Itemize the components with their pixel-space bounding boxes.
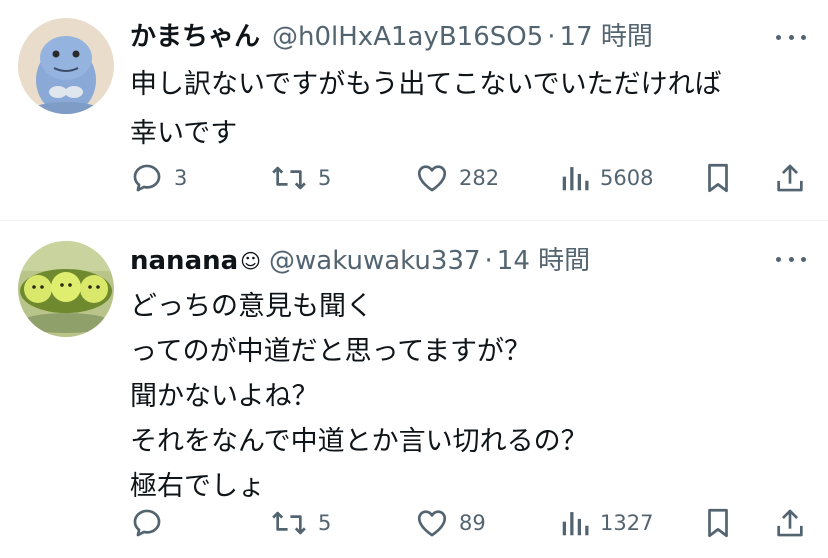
share-icon: [777, 164, 803, 192]
post-text-line: それをなんで中道とか言い切れるの？: [130, 426, 588, 457]
separator: ·: [547, 22, 556, 52]
views-button[interactable]: 5608: [560, 158, 653, 198]
user-handle[interactable]: @h0lHxA1ayB16SO5: [272, 18, 543, 56]
repost-button[interactable]: 5: [270, 503, 331, 543]
post-text-line: ってのが中道だと思ってますが？: [130, 336, 531, 367]
post-text-line: 聞かないよね？: [130, 381, 319, 412]
more-icon[interactable]: [776, 32, 806, 42]
like-button[interactable]: 89: [415, 503, 486, 543]
views-button[interactable]: 1327: [560, 503, 653, 543]
separator: ·: [484, 246, 493, 276]
views-icon: [562, 512, 589, 536]
smiley-emoji-icon: ☺: [240, 249, 262, 273]
user-handle[interactable]: @wakuwaku337: [269, 242, 481, 280]
green-peas-avatar-image: [18, 241, 114, 337]
quagsire-avatar-image: [18, 18, 114, 114]
repost-icon: [272, 166, 306, 190]
post[interactable]: かまちゃん @h0lHxA1ayB16SO5 · 17 時間 申し訳ないですがも…: [0, 0, 828, 220]
like-button[interactable]: 282: [415, 158, 499, 198]
reply-count: 3: [174, 166, 188, 190]
post-text-line: 幸いです: [130, 118, 238, 149]
repost-button[interactable]: 5: [270, 158, 331, 198]
repost-count: 5: [318, 511, 332, 535]
post-header: かまちゃん @h0lHxA1ayB16SO5 · 17 時間: [130, 18, 653, 56]
like-count: 89: [459, 511, 486, 535]
share-button[interactable]: [773, 158, 807, 198]
post-header: nanana ☺ @wakuwaku337 · 14 時間: [130, 242, 590, 280]
share-button[interactable]: [773, 503, 807, 543]
action-bar: 3 5 282 5608: [0, 158, 828, 198]
reply-icon: [133, 509, 161, 537]
post-text: 申し訳ないですがもう出てこないでいただければ 幸いです: [130, 60, 800, 158]
more-icon[interactable]: [776, 254, 806, 264]
bookmark-icon: [708, 163, 728, 193]
reply-icon: [133, 164, 161, 192]
repost-icon: [272, 511, 306, 535]
heart-icon: [417, 165, 447, 192]
display-name[interactable]: かまちゃん: [130, 18, 260, 56]
repost-count: 5: [318, 166, 332, 190]
heart-icon: [417, 510, 447, 537]
display-name[interactable]: nanana: [130, 242, 238, 280]
bookmark-icon: [708, 508, 728, 538]
views-icon: [562, 167, 589, 191]
reply-button[interactable]: [130, 503, 174, 543]
avatar[interactable]: [18, 18, 114, 114]
post-time[interactable]: 17 時間: [560, 18, 653, 56]
bookmark-button[interactable]: [703, 503, 733, 543]
like-count: 282: [459, 166, 500, 190]
post-time[interactable]: 14 時間: [497, 242, 590, 280]
post[interactable]: nanana ☺ @wakuwaku337 · 14 時間 どっちの意見も聞く …: [0, 221, 828, 558]
reply-button[interactable]: 3: [130, 158, 187, 198]
share-icon: [777, 509, 803, 537]
avatar[interactable]: [18, 241, 114, 337]
post-text-line: 申し訳ないですがもう出てこないでいただければ: [130, 69, 722, 100]
view-count: 1327: [600, 511, 654, 535]
action-bar: 5 89 1327: [0, 503, 828, 543]
bookmark-button[interactable]: [703, 158, 733, 198]
post-text-line: どっちの意見も聞く: [130, 291, 373, 322]
view-count: 5608: [600, 166, 654, 190]
post-text: どっちの意見も聞く ってのが中道だと思ってますが？ 聞かないよね？ それをなんで…: [130, 284, 800, 509]
